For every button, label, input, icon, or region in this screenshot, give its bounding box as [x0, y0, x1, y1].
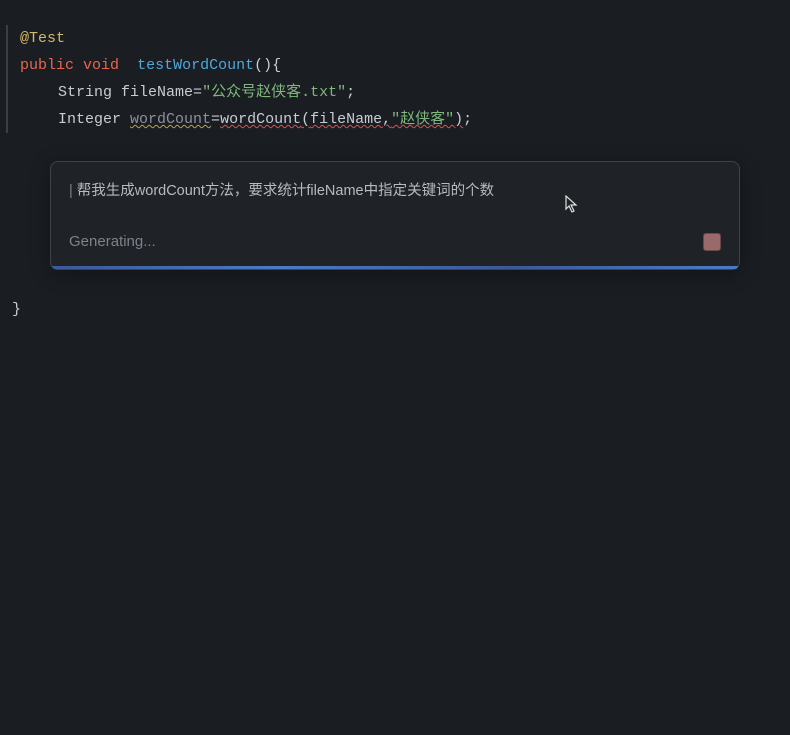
method-parens: (){	[254, 57, 281, 74]
keyword-public: public	[20, 57, 74, 74]
keyword-void: void	[83, 57, 119, 74]
closing-brace: }	[0, 296, 790, 323]
ai-prompt-text: 帮我生成wordCount方法，要求统计fileName中指定关键词的个数	[77, 178, 494, 204]
code-line-integer-decl: Integer wordCount=wordCount(fileName,"赵侠…	[20, 106, 790, 133]
code-editor[interactable]: @Test public void testWordCount(){ Strin…	[6, 25, 790, 133]
progress-indicator	[52, 266, 738, 269]
semicolon: ;	[346, 84, 355, 101]
code-line-method-sig: public void testWordCount(){	[20, 52, 790, 79]
generating-status: Generating...	[69, 228, 156, 255]
annotation-text: @Test	[20, 30, 65, 47]
type-integer: Integer	[58, 111, 121, 128]
semicolon-2: ;	[463, 111, 472, 128]
string-literal-keyword: "赵侠客"	[391, 111, 454, 128]
rparen: )	[454, 111, 463, 128]
method-name: testWordCount	[137, 57, 254, 74]
arg-filename: fileName	[310, 111, 382, 128]
ai-input-row[interactable]: | 帮我生成wordCount方法，要求统计fileName中指定关键词的个数	[69, 178, 721, 204]
eq-op: =	[193, 84, 202, 101]
lparen: (	[301, 111, 310, 128]
code-line-string-decl: String fileName="公众号赵侠客.txt";	[20, 79, 790, 106]
call-wordcount: wordCount	[220, 111, 301, 128]
var-wordcount: wordCount	[130, 111, 211, 128]
ai-status-row: Generating...	[69, 228, 721, 255]
type-string: String	[58, 84, 112, 101]
input-caret: |	[69, 178, 73, 204]
ai-assistant-popup: | 帮我生成wordCount方法，要求统计fileName中指定关键词的个数 …	[50, 161, 740, 270]
comma: ,	[382, 111, 391, 128]
code-line-annotation: @Test	[20, 25, 790, 52]
stop-button[interactable]	[703, 233, 721, 251]
string-literal-filename: "公众号赵侠客.txt"	[202, 84, 346, 101]
var-filename: fileName	[121, 84, 193, 101]
eq-op-2: =	[211, 111, 220, 128]
